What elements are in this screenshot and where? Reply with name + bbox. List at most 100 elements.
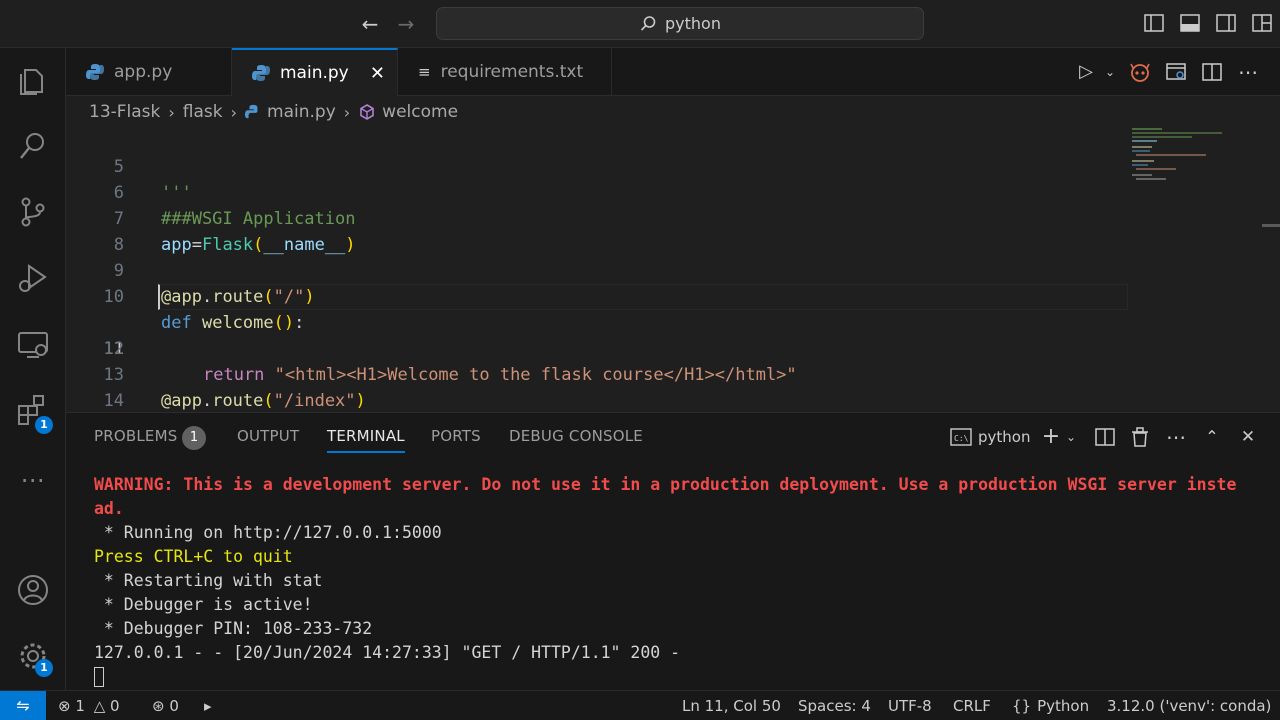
split-terminal-icon[interactable] bbox=[1094, 425, 1116, 449]
tab-label: app.py bbox=[114, 62, 173, 82]
breadcrumb-item[interactable]: 13-Flask bbox=[89, 102, 160, 122]
python-interpreter[interactable]: 3.12.0 ('venv': conda) bbox=[1107, 691, 1271, 720]
chevron-down-icon[interactable]: ⌄ bbox=[1098, 60, 1122, 84]
bottom-panel: PROBLEMS 1 OUTPUT TERMINAL PORTS DEBUG C… bbox=[66, 412, 1280, 690]
chevron-right-icon: › bbox=[168, 102, 175, 122]
breadcrumb-item[interactable]: main.py bbox=[267, 102, 336, 122]
arrow-right-icon[interactable]: → bbox=[394, 12, 418, 36]
code-line: 5 ''' bbox=[66, 128, 1280, 203]
python-file-icon bbox=[252, 65, 270, 81]
breadcrumb: 13-Flask › flask › main.py › welcome bbox=[89, 98, 458, 126]
source-control-icon[interactable] bbox=[15, 194, 51, 230]
scrollbar-marker bbox=[1262, 224, 1280, 227]
chevron-right-icon: › bbox=[230, 102, 238, 122]
customize-layout-icon[interactable] bbox=[1251, 12, 1273, 34]
chevron-right-icon: › bbox=[343, 102, 351, 122]
terminal-line: WARNING: This is a development server. D… bbox=[94, 475, 1237, 494]
terminal-output[interactable]: WARNING: This is a development server. D… bbox=[94, 473, 1254, 687]
remote-indicator-icon[interactable]: ⇋ bbox=[0, 691, 46, 720]
terminal-icon: C:\ bbox=[950, 428, 972, 446]
code-editor[interactable]: 5 ''' 6 ###WSGI Application 7 app=Flask(… bbox=[66, 128, 1280, 412]
language-mode[interactable]: {} Python bbox=[1012, 691, 1089, 720]
tab-app-py[interactable]: app.py bbox=[66, 48, 232, 96]
trash-icon[interactable] bbox=[1129, 425, 1151, 449]
minimap[interactable] bbox=[1130, 128, 1270, 188]
command-center-search[interactable]: python bbox=[436, 7, 924, 40]
code-line: 13 @app.route("/index") bbox=[66, 336, 1280, 411]
code-line: 12 bbox=[66, 310, 1280, 359]
language-label: Python bbox=[1037, 697, 1090, 715]
toggle-panel-icon[interactable] bbox=[1179, 12, 1201, 34]
code-line: 14 def index(): bbox=[66, 362, 1280, 411]
toggle-primary-sidebar-icon[interactable] bbox=[1143, 12, 1165, 34]
debug-launch-icon[interactable]: ▸ bbox=[204, 691, 212, 720]
braces-icon: {} bbox=[1012, 697, 1032, 715]
errors-indicator[interactable]: ⊗ 1 △ 0 bbox=[58, 691, 120, 720]
tab-problems[interactable]: PROBLEMS bbox=[94, 427, 177, 445]
encoding[interactable]: UTF-8 bbox=[888, 691, 932, 720]
split-editor-icon[interactable] bbox=[1200, 60, 1224, 84]
terminal-line: * Debugger PIN: 108-233-732 bbox=[94, 619, 373, 638]
code-line: 10 def welcome(): bbox=[66, 258, 1280, 333]
tab-output[interactable]: OUTPUT bbox=[237, 427, 299, 445]
maximize-panel-icon[interactable]: ⌃ bbox=[1200, 425, 1224, 449]
code-line: 6 ###WSGI Application bbox=[66, 154, 1280, 229]
terminal-name: python bbox=[978, 428, 1031, 446]
explorer-icon[interactable] bbox=[15, 62, 51, 98]
tab-main-py[interactable]: main.py ✕ bbox=[232, 48, 398, 96]
code-line-current: 11 return "<html><H1>Welcome to the flas… bbox=[66, 284, 1280, 385]
cursor-position[interactable]: Ln 11, Col 50 bbox=[682, 691, 781, 720]
toggle-secondary-sidebar-icon[interactable] bbox=[1215, 12, 1237, 34]
arrow-left-icon[interactable]: ← bbox=[358, 12, 382, 36]
run-debug-icon[interactable] bbox=[15, 260, 51, 296]
run-python-file-icon[interactable]: ▷ bbox=[1074, 60, 1098, 84]
tab-label: requirements.txt bbox=[440, 62, 584, 82]
terminal-line: Press CTRL+C to quit bbox=[94, 547, 293, 566]
extensions-badge: 1 bbox=[35, 416, 53, 434]
terminal-line: ad. bbox=[94, 499, 124, 518]
new-terminal-icon[interactable]: + bbox=[1040, 425, 1062, 449]
ports-indicator[interactable]: ⊛ 0 bbox=[152, 691, 179, 720]
tab-label: main.py bbox=[280, 63, 349, 83]
terminal-line: * Running on http://127.0.0.1:5000 bbox=[94, 523, 442, 542]
chevron-down-icon[interactable]: ⌄ bbox=[1064, 425, 1078, 449]
svg-text:C:\: C:\ bbox=[954, 434, 969, 443]
ports-count: 0 bbox=[169, 697, 179, 715]
indentation[interactable]: Spaces: 4 bbox=[798, 691, 871, 720]
settings-badge: 1 bbox=[35, 659, 53, 677]
tab-debug-console[interactable]: DEBUG CONSOLE bbox=[509, 427, 643, 445]
accounts-icon[interactable] bbox=[15, 572, 51, 608]
python-file-icon bbox=[245, 104, 258, 119]
code-line: 8 bbox=[66, 206, 1280, 255]
title-bar: ← → python bbox=[0, 0, 1280, 48]
text-file-icon: ≡ bbox=[418, 63, 431, 81]
broadcast-icon: ⊛ bbox=[152, 697, 165, 715]
terminal-selector[interactable]: C:\ python bbox=[950, 425, 1040, 449]
status-bar: ⇋ ⊗ 1 △ 0 ⊛ 0 ▸ Ln 11, Col 50 Spaces: 4 … bbox=[0, 690, 1280, 720]
error-icon: ⊗ bbox=[58, 697, 71, 715]
end-of-line[interactable]: CRLF bbox=[953, 691, 991, 720]
copilot-icon[interactable] bbox=[1128, 60, 1152, 84]
tab-requirements-txt[interactable]: ≡ requirements.txt bbox=[398, 48, 612, 96]
terminal-cursor bbox=[94, 667, 104, 687]
terminal-line: * Debugger is active! bbox=[94, 595, 313, 614]
more-actions-icon[interactable]: ⋯ bbox=[1236, 60, 1260, 84]
open-preview-icon[interactable] bbox=[1164, 60, 1188, 84]
close-panel-icon[interactable]: ✕ bbox=[1236, 425, 1260, 449]
more-actions-icon[interactable]: ⋯ bbox=[1164, 425, 1188, 449]
editor-tab-bar: app.py main.py ✕ ≡ requirements.txt ▷ ⌄ … bbox=[66, 48, 1280, 96]
problems-badge: 1 bbox=[182, 426, 206, 450]
warning-icon: △ bbox=[93, 697, 106, 715]
close-icon[interactable]: ✕ bbox=[370, 63, 385, 84]
tab-ports[interactable]: PORTS bbox=[431, 427, 481, 445]
remote-explorer-icon[interactable] bbox=[15, 326, 51, 362]
search-text: python bbox=[665, 14, 721, 33]
tab-terminal[interactable]: TERMINAL bbox=[327, 427, 405, 453]
method-symbol-icon bbox=[360, 104, 374, 120]
search-icon[interactable] bbox=[15, 128, 51, 164]
search-icon bbox=[640, 15, 656, 31]
breadcrumb-item[interactable]: flask bbox=[183, 102, 223, 122]
terminal-line: 127.0.0.1 - - [20/Jun/2024 14:27:33] "GE… bbox=[94, 643, 681, 662]
breadcrumb-item[interactable]: welcome bbox=[382, 102, 458, 122]
more-icon[interactable]: ⋯ bbox=[15, 468, 51, 504]
